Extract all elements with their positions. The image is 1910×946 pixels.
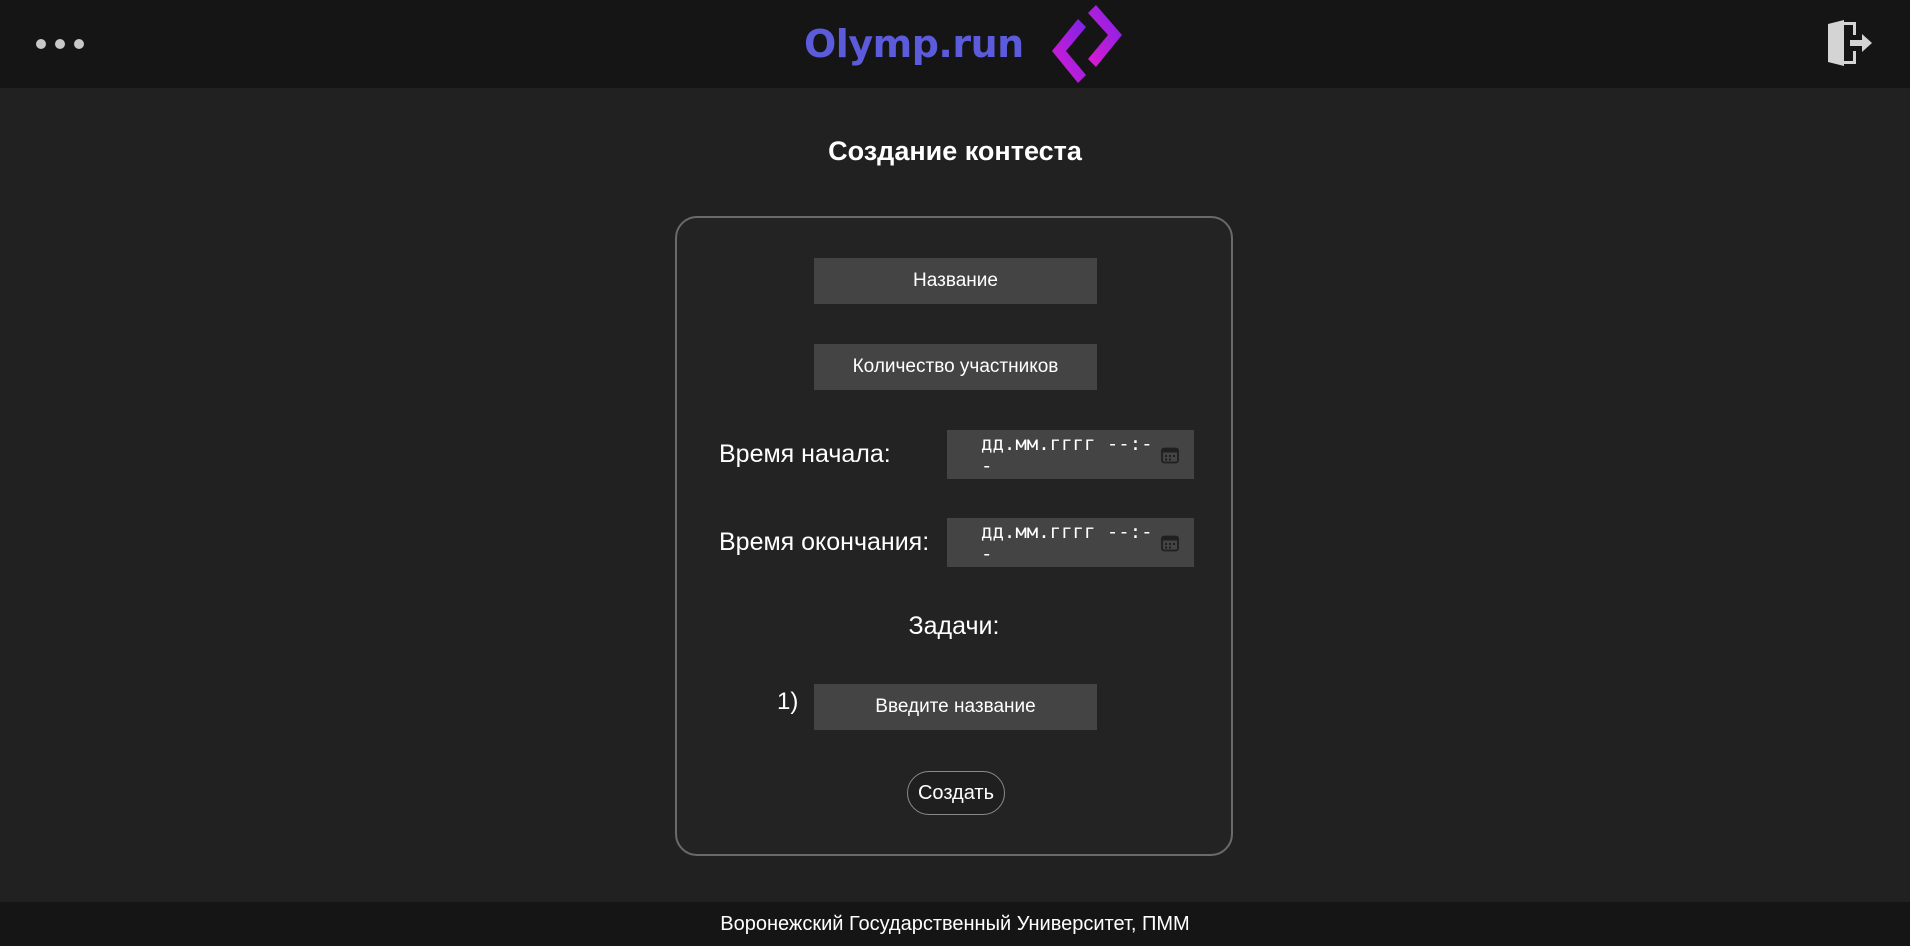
code-brackets-logo-icon (1051, 5, 1122, 83)
brand-name: Olymp.run (804, 22, 1024, 66)
logout-icon[interactable] (1824, 18, 1874, 68)
footer-text: Воронежский Государственный Университет,… (0, 902, 1910, 946)
page-title: Создание контеста (828, 136, 1082, 166)
more-menu-icon[interactable] (36, 36, 84, 52)
brand[interactable]: Olymp.run (804, 4, 1124, 84)
start-time-label: Время начала: (719, 440, 891, 468)
create-button[interactable]: Создать (907, 771, 1005, 815)
top-header: Olymp.run (0, 0, 1910, 88)
end-time-label: Время окончания: (719, 528, 930, 556)
end-time-input[interactable]: дд.мм.гггг --:-- (947, 518, 1194, 567)
calendar-icon[interactable] (1160, 445, 1180, 465)
end-time-value: дд.мм.гггг --:-- (981, 520, 1153, 565)
create-contest-form: Время начала: дд.мм.гггг --:-- Время око… (675, 216, 1233, 856)
task-number: 1) (777, 688, 799, 715)
tasks-heading: Задачи: (908, 612, 1000, 640)
menu-dot (36, 39, 46, 49)
start-time-input[interactable]: дд.мм.гггг --:-- (947, 430, 1194, 479)
task-name-input[interactable] (814, 684, 1097, 730)
participants-count-input[interactable] (814, 344, 1097, 390)
menu-dot (55, 39, 65, 49)
menu-dot (74, 39, 84, 49)
start-time-value: дд.мм.гггг --:-- (981, 432, 1153, 477)
contest-name-input[interactable] (814, 258, 1097, 304)
calendar-icon[interactable] (1160, 533, 1180, 553)
